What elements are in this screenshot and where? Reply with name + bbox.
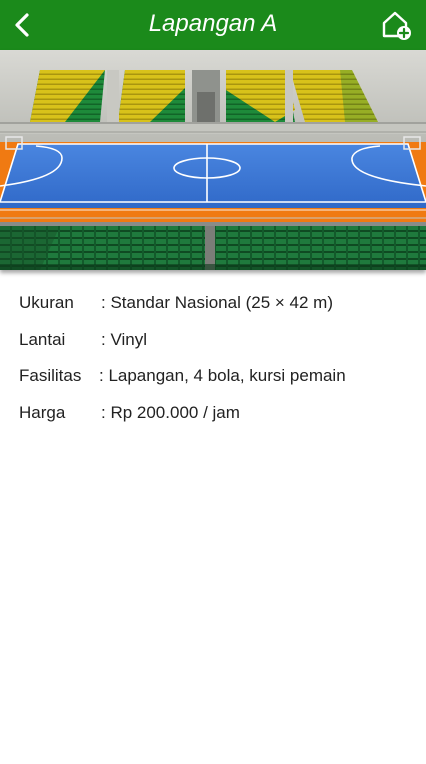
detail-label: Ukuran [19, 293, 74, 312]
page-title: Lapangan A [148, 10, 278, 37]
home-add-icon [382, 11, 411, 40]
detail-value: : Vinyl [101, 329, 147, 349]
detail-row-floor: Lantai : Vinyl [19, 329, 419, 366]
detail-label: Harga [19, 402, 66, 422]
detail-row-price: Harga : Rp 200.000 / jam [19, 402, 419, 439]
detail-value: : Standar Nasional (25 × 42 m) [101, 293, 333, 312]
detail-row-size: Ukuran : Standar Nasional (25 × 42 m) [19, 292, 419, 329]
detail-label: Lantai [19, 329, 66, 349]
add-home-button[interactable] [380, 9, 412, 41]
venue-photo [0, 50, 426, 270]
detail-value: : Rp 200.000 / jam [101, 402, 240, 422]
detail-value: : Lapangan, 4 bola, kursi pemain [99, 366, 346, 385]
detail-row-facilities: Fasilitas : Lapangan, 4 bola, kursi pema… [19, 365, 419, 402]
venue-details: Ukuran : Standar Nasional (25 × 42 m) La… [19, 292, 419, 438]
app-bar: Lapangan A [0, 0, 426, 50]
detail-label: Fasilitas [19, 366, 82, 385]
